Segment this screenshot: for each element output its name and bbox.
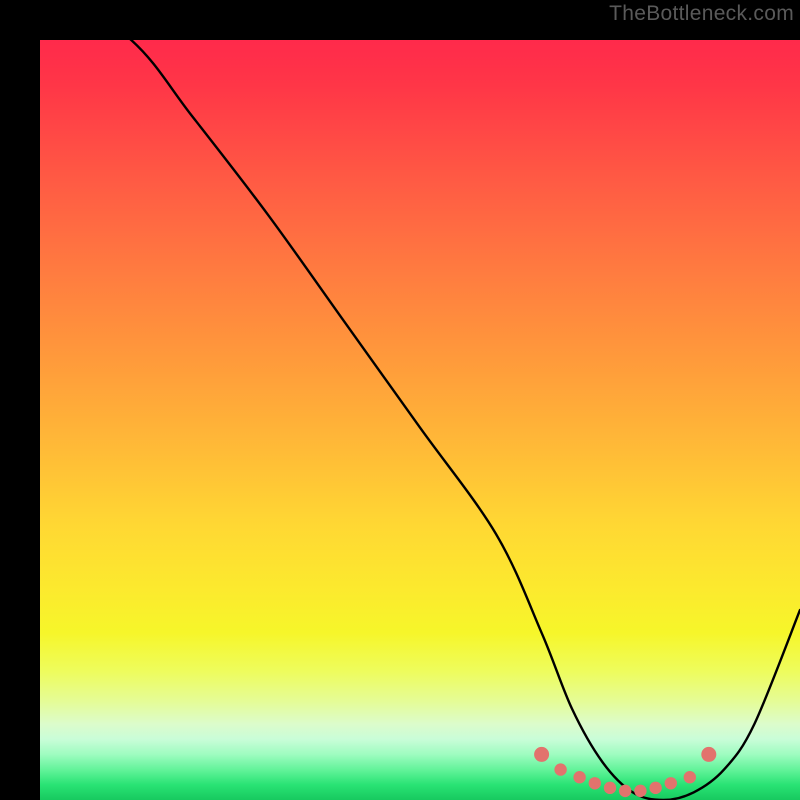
bottleneck-curve [40,40,800,800]
optimal-range-markers [534,747,716,797]
marker-dot [649,782,661,794]
watermark-text: TheBottleneck.com [609,2,794,26]
marker-dot [573,771,585,783]
marker-dot [554,763,566,775]
marker-dot [604,782,616,794]
marker-dot [684,771,696,783]
marker-dot [665,777,677,789]
marker-dot [589,777,601,789]
marker-dot [701,747,716,762]
marker-dot [534,747,549,762]
marker-dot [619,785,631,797]
curve-layer [40,40,800,800]
marker-dot [634,785,646,797]
chart-frame [20,20,780,780]
plot-area [40,40,800,800]
